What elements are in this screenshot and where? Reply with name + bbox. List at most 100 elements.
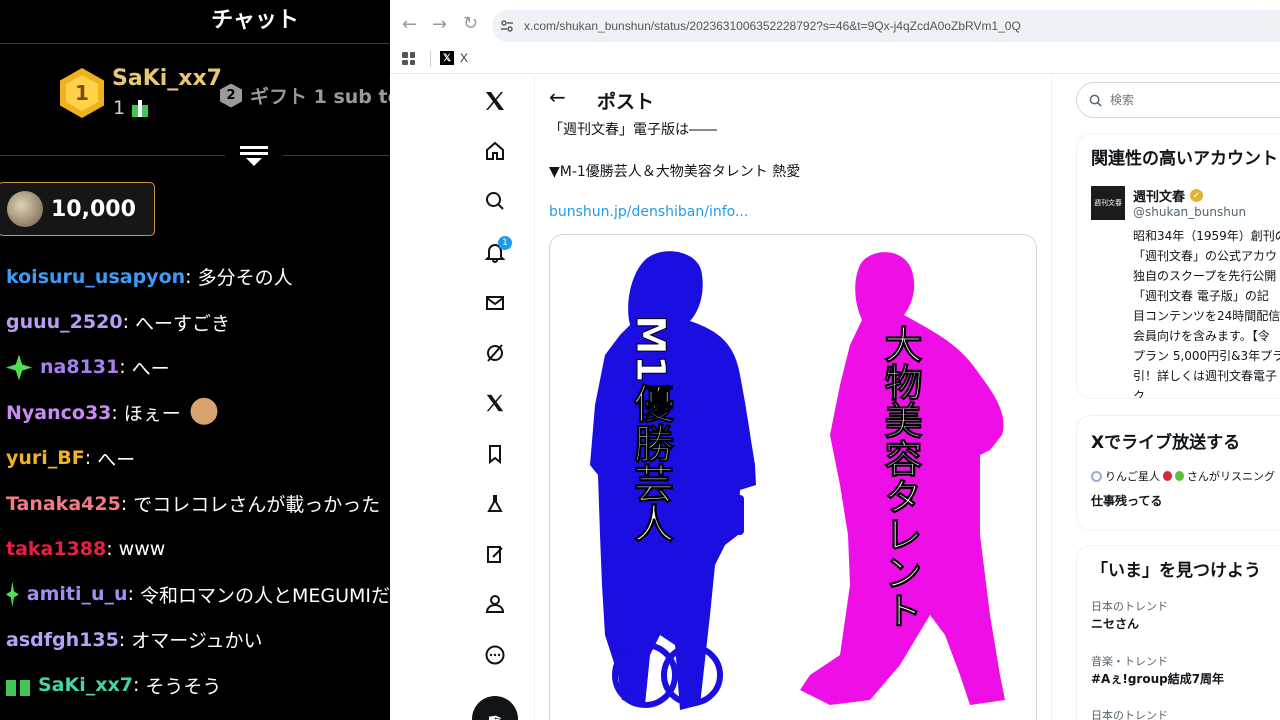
trend-name[interactable]: ニセさん	[1091, 615, 1139, 632]
pinned-gift-badge[interactable]: 10,000	[0, 182, 155, 236]
trend-name[interactable]: #Aぇ!group結成7周年	[1091, 670, 1224, 687]
account-name-text: 週刊文春	[1133, 190, 1186, 205]
account-bio: 昭和34年（1959年）創刊の 「週刊文春」の公式アカウ 独自のスクープを先行公開「…	[1133, 226, 1280, 398]
post-image[interactable]: M1優勝芸人 大物美容タレント	[549, 234, 1037, 720]
chat-message-text: そうそう	[145, 675, 222, 698]
notification-count-badge: 1	[498, 236, 512, 250]
chat-username[interactable]: koisuru_usapyon	[6, 266, 185, 288]
bio-line: 会員向けを含みます。【令	[1133, 329, 1270, 343]
articles-edit-icon[interactable]	[470, 534, 520, 574]
bio-line: 昭和34年（1959年）創刊の	[1133, 229, 1280, 243]
account-handle[interactable]: @shukan_bunshun	[1133, 205, 1246, 219]
chat-message-text: へー	[97, 448, 136, 471]
url-text: x.com/shukan_bunshun/status/202363100635…	[524, 19, 1021, 33]
browser-toolbar: ← → ↻ x.com/shukan_bunshun/status/202363…	[390, 0, 1280, 46]
chat-username[interactable]: na8131	[40, 356, 119, 378]
post-link[interactable]: bunshun.jp/denshiban/info...	[549, 204, 748, 220]
chat-username[interactable]: Nyanco33	[6, 402, 111, 424]
feather-icon: ✒	[487, 708, 503, 720]
chat-title: チャット	[211, 8, 299, 33]
search-box[interactable]	[1076, 82, 1280, 118]
collapse-leaderboard-button[interactable]	[240, 146, 268, 168]
account-name[interactable]: 週刊文春 ✓	[1133, 186, 1204, 205]
x-premium-icon[interactable]	[470, 383, 520, 423]
reload-icon[interactable]: ↻	[463, 13, 478, 34]
chat-username[interactable]: taka1388	[6, 538, 106, 560]
separator: :	[118, 628, 126, 651]
second-gifter: 2 ギフト 1 sub to ta	[220, 82, 390, 109]
bookmark-icon[interactable]	[470, 434, 520, 474]
site-settings-icon[interactable]	[500, 19, 514, 33]
card-title: Xでライブ放送する	[1091, 433, 1241, 453]
gift-icon	[131, 99, 149, 117]
chat-username[interactable]: Tanaka425	[6, 493, 121, 515]
live-broadcast-card: Xでライブ放送する りんご星人 さんがリスニング 仕事残ってる	[1076, 415, 1280, 531]
verified-badge-icon: ✓	[1190, 189, 1204, 202]
chat-username[interactable]: SaKi_xx7	[38, 674, 133, 696]
chat-username[interactable]: yuri_BF	[6, 447, 85, 469]
green-apple-emoji-icon	[1175, 471, 1184, 481]
chat-panel: チャット 1 SaKi_xx7 1 2 ギフト 1 sub to ta 10,0…	[0, 0, 390, 720]
back-arrow-icon[interactable]: ←	[549, 85, 566, 109]
x-sidebar-nav: 1	[470, 75, 520, 720]
search-input[interactable]	[1110, 93, 1270, 107]
messages-envelope-icon[interactable]	[470, 283, 520, 323]
jobs-flask-icon[interactable]	[470, 484, 520, 524]
post-header: ← ポスト	[535, 75, 1051, 121]
post-headline: ▼M-1優勝芸人＆大物美容タレント 熱愛	[549, 164, 801, 180]
home-icon[interactable]	[470, 131, 520, 171]
back-icon[interactable]: ←	[402, 14, 417, 35]
separator: :	[111, 401, 118, 424]
grok-icon[interactable]	[470, 333, 520, 373]
divider	[283, 155, 390, 156]
chat-message: koisuru_usapyon: 多分その人	[6, 254, 390, 299]
bear-emote-icon	[188, 395, 219, 430]
second-gift-text: ギフト 1 sub to ta	[250, 86, 390, 108]
card-title: 関連性の高いアカウント	[1091, 149, 1278, 169]
bookmark-x[interactable]: 𝕏 X	[440, 51, 468, 65]
x-logo-icon: 𝕏	[440, 51, 454, 65]
chat-username[interactable]: asdfgh135	[6, 629, 119, 651]
chat-message-text: 令和ロマンの人とMEGUMIだ	[139, 584, 390, 607]
chat-message-list: koisuru_usapyon: 多分その人 guuu_2520: へーすごき na81…	[6, 254, 390, 708]
x-logo-icon[interactable]	[470, 81, 520, 121]
profile-icon[interactable]	[470, 584, 520, 624]
chat-username[interactable]: amiti_u_u	[27, 583, 128, 605]
bookmark-label: X	[460, 51, 469, 65]
divider	[0, 155, 225, 156]
apps-grid-icon[interactable]	[402, 52, 415, 65]
card-title: 「いま」を見つけよう	[1091, 561, 1261, 581]
chat-username[interactable]: guuu_2520	[6, 311, 123, 333]
account-avatar[interactable]: 週刊文春	[1091, 186, 1125, 220]
search-icon[interactable]	[470, 181, 520, 221]
chat-message: Nyanco33: ほぇー	[6, 390, 390, 435]
gift-count: 1	[113, 97, 126, 119]
address-bar[interactable]: x.com/shukan_bunshun/status/202363100635…	[492, 10, 1280, 42]
more-options-icon[interactable]	[470, 635, 520, 675]
bookmarks-bar: 𝕏 X	[390, 46, 1280, 74]
sparkle-badge-icon	[6, 354, 32, 381]
page-title: ポスト	[597, 91, 655, 113]
notifications-bell-icon[interactable]: 1	[470, 232, 520, 272]
top-gifter-name[interactable]: SaKi_xx7	[112, 66, 222, 91]
separator: :	[127, 583, 134, 606]
bio-line: 独自のスクープを先行公開	[1133, 269, 1277, 283]
live-space-title[interactable]: 仕事残ってる	[1091, 492, 1162, 509]
chat-message: amiti_u_u: 令和ロマンの人とMEGUMIだ	[6, 572, 390, 617]
forward-icon[interactable]: →	[432, 14, 447, 35]
post-text-line: 「週刊文春」電子版は――	[549, 122, 717, 138]
trend-category: 日本のトレンド	[1091, 709, 1168, 720]
divider	[430, 51, 431, 67]
image-caption-left: M1優勝芸人	[627, 315, 675, 543]
chat-message-text: でコレコレさんが載っかった	[133, 494, 381, 517]
separator: :	[185, 265, 192, 288]
top-gifter-count: 1	[113, 97, 149, 119]
trend-category: 日本のトレンド	[1091, 600, 1168, 613]
separator: :	[132, 674, 140, 697]
rank-badge-icon: 2	[220, 83, 242, 108]
bio-line: 「週刊文春 電子版」の記	[1133, 289, 1269, 303]
separator: :	[84, 447, 92, 470]
live-listener-row[interactable]: りんご星人 さんがリスニング	[1091, 468, 1275, 484]
live-status-text: さんがリスニング	[1187, 470, 1275, 483]
host-name: りんご星人	[1105, 470, 1160, 483]
